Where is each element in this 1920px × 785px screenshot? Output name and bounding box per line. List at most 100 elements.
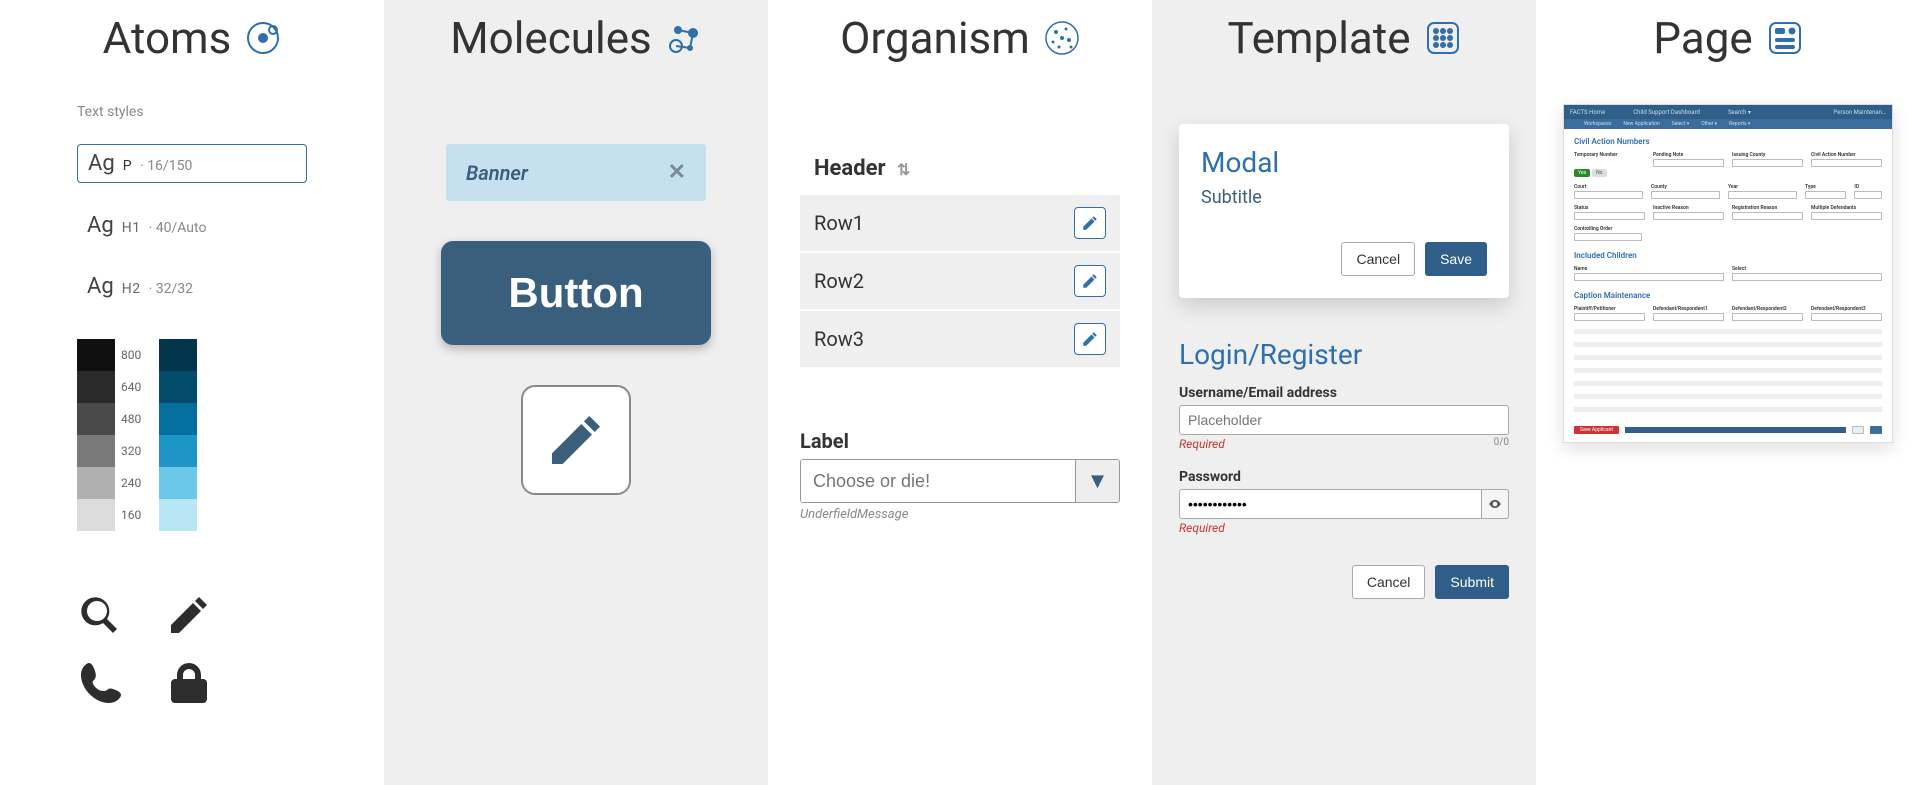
atom-icons-grid <box>77 591 307 707</box>
combobox[interactable]: ▼ <box>800 459 1120 503</box>
palette-brand-col <box>159 339 197 531</box>
palette-gray-col <box>77 339 115 531</box>
table-row: Row3 <box>800 310 1120 368</box>
atoms-column: Atoms Text styles Ag P · 16/150 Ag H1 · … <box>0 0 384 785</box>
data-table: Header ⇅ Row1Row2Row3 <box>800 144 1120 369</box>
palette-label: 320 <box>121 435 153 467</box>
banner-label: Banner <box>466 161 528 185</box>
modal-subtitle: Subtitle <box>1201 187 1487 208</box>
atoms-title: Atoms <box>103 12 232 64</box>
login-title: Login/Register <box>1179 338 1509 371</box>
pencil-icon <box>1081 330 1099 348</box>
table-row: Row1 <box>800 194 1120 252</box>
molecules-header: Molecules <box>450 12 702 64</box>
chevron-down-icon[interactable]: ▼ <box>1075 460 1119 502</box>
atoms-header: Atoms <box>103 12 282 64</box>
lock-icon <box>165 659 213 707</box>
type-style-p[interactable]: Ag P · 16/150 <box>77 144 307 183</box>
palette-label: 480 <box>121 403 153 435</box>
palette-swatch[interactable] <box>77 435 115 467</box>
page-header: Page <box>1653 12 1803 64</box>
color-palette: 800640480320240160 <box>77 339 307 531</box>
palette-labels: 800640480320240160 <box>121 339 153 531</box>
username-label: Username/Email address <box>1179 385 1509 401</box>
template-column: Template Modal Subtitle Cancel Save Logi… <box>1152 0 1536 785</box>
palette-swatch[interactable] <box>159 403 197 435</box>
page-icon <box>1767 20 1803 56</box>
modal-title: Modal <box>1201 146 1487 179</box>
login-submit-button[interactable]: Submit <box>1435 565 1509 599</box>
thumb-prev-icon <box>1852 426 1864 434</box>
password-label: Password <box>1179 469 1509 485</box>
palette-label: 800 <box>121 339 153 371</box>
username-required: Required <box>1179 437 1225 451</box>
row-edit-button[interactable] <box>1074 265 1106 297</box>
template-header: Template <box>1227 12 1460 64</box>
palette-swatch[interactable] <box>77 371 115 403</box>
table-cell: Row3 <box>800 310 1060 368</box>
username-counter: 0/0 <box>1494 437 1509 451</box>
pencil-icon <box>165 591 213 639</box>
cancel-button[interactable]: Cancel <box>1341 242 1415 276</box>
organism-title: Organism <box>840 12 1030 64</box>
modal: Modal Subtitle Cancel Save <box>1179 124 1509 298</box>
eye-icon[interactable] <box>1482 489 1509 519</box>
palette-swatch[interactable] <box>77 403 115 435</box>
table-cell: Row2 <box>800 252 1060 310</box>
palette-swatch[interactable] <box>77 499 115 531</box>
palette-swatch[interactable] <box>159 499 197 531</box>
page-thumbnail: FACTS Home Child Support Dashboard Searc… <box>1563 104 1893 443</box>
field-message: UnderfieldMessage <box>800 507 1120 522</box>
sort-icon[interactable]: ⇅ <box>897 160 910 179</box>
table-header[interactable]: Header ⇅ <box>800 144 1120 194</box>
pencil-icon <box>1081 214 1099 232</box>
organism-header: Organism <box>840 12 1080 64</box>
page-title: Page <box>1653 12 1753 64</box>
field-label: Label <box>800 429 1120 453</box>
thumb-body: Civil Action Numbers Temporary Number Ye… <box>1564 129 1892 442</box>
type-style-h2[interactable]: Ag H2 · 32/32 <box>77 268 307 305</box>
table-row: Row2 <box>800 252 1120 310</box>
search-icon <box>77 591 125 639</box>
primary-button[interactable]: Button <box>441 241 711 345</box>
palette-label: 240 <box>121 467 153 499</box>
thumb-tabs: Workspaces New Application Select ▾ Othe… <box>1564 119 1892 129</box>
text-styles-label: Text styles <box>77 104 307 120</box>
password-required: Required <box>1179 521 1225 535</box>
page-column: Page FACTS Home Child Support Dashboard … <box>1536 0 1920 785</box>
row-edit-button[interactable] <box>1074 323 1106 355</box>
palette-swatch[interactable] <box>159 339 197 371</box>
password-input[interactable] <box>1179 489 1482 519</box>
save-button[interactable]: Save <box>1425 242 1487 276</box>
organism-icon <box>1044 20 1080 56</box>
molecule-icon <box>666 20 702 56</box>
combobox-input[interactable] <box>801 460 1075 502</box>
table-cell: Row1 <box>800 194 1060 252</box>
dropdown-field: Label ▼ UnderfieldMessage <box>800 429 1120 522</box>
pencil-icon <box>1081 272 1099 290</box>
template-icon <box>1425 20 1461 56</box>
thumb-next-icon <box>1870 426 1882 434</box>
palette-swatch[interactable] <box>77 339 115 371</box>
edit-button[interactable] <box>521 385 631 495</box>
login-cancel-button[interactable]: Cancel <box>1352 565 1426 599</box>
username-input[interactable] <box>1179 405 1509 435</box>
atom-icon <box>245 20 281 56</box>
thumb-navbar: FACTS Home Child Support Dashboard Searc… <box>1564 105 1892 119</box>
close-icon[interactable]: ✕ <box>668 160 686 185</box>
palette-label: 160 <box>121 499 153 531</box>
molecules-column: Molecules Banner ✕ Button <box>384 0 768 785</box>
phone-icon <box>77 659 125 707</box>
banner[interactable]: Banner ✕ <box>446 144 706 201</box>
molecules-title: Molecules <box>450 12 652 64</box>
palette-label: 640 <box>121 371 153 403</box>
palette-swatch[interactable] <box>159 467 197 499</box>
palette-swatch[interactable] <box>77 467 115 499</box>
row-edit-button[interactable] <box>1074 207 1106 239</box>
palette-swatch[interactable] <box>159 435 197 467</box>
thumb-progress-bar <box>1625 427 1846 433</box>
login-form: Login/Register Username/Email address Re… <box>1179 338 1509 599</box>
template-title: Template <box>1227 12 1410 64</box>
palette-swatch[interactable] <box>159 371 197 403</box>
type-style-h1[interactable]: Ag H1 · 40/Auto <box>77 207 307 244</box>
